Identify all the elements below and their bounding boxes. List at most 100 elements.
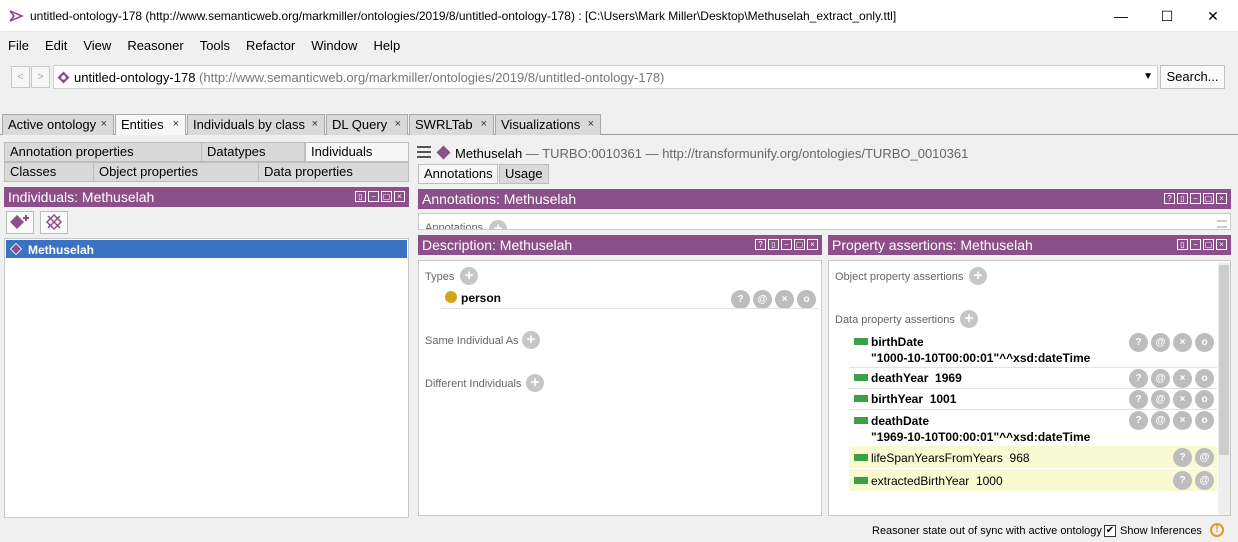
maximize-icon[interactable]: ▢: [794, 239, 805, 250]
list-item[interactable]: Methuselah: [6, 240, 407, 258]
help-button[interactable]: ?: [731, 290, 750, 309]
add-individual-button[interactable]: [6, 211, 34, 234]
scrollbar-track[interactable]: [1218, 263, 1230, 515]
add-type-button[interactable]: +: [460, 267, 478, 285]
tab-usage[interactable]: Usage: [499, 164, 549, 184]
menu-refactor[interactable]: Refactor: [238, 32, 303, 53]
menu-icon[interactable]: [417, 146, 431, 158]
annotate-button[interactable]: @: [1151, 333, 1170, 352]
property-name: deathYear: [871, 371, 929, 385]
annotate-button[interactable]: @: [1151, 411, 1170, 430]
help-icon[interactable]: ?: [1164, 193, 1175, 204]
close-icon[interactable]: ×: [807, 239, 818, 250]
close-tab-icon[interactable]: ×: [588, 115, 594, 134]
remove-button[interactable]: ×: [1173, 390, 1192, 409]
add-annotation-button[interactable]: +: [489, 220, 507, 229]
annotate-button[interactable]: @: [1151, 369, 1170, 388]
remove-button[interactable]: ×: [1173, 333, 1192, 352]
help-icon[interactable]: ?: [755, 239, 766, 250]
annotate-button[interactable]: @: [1151, 390, 1170, 409]
forward-button[interactable]: >: [31, 66, 50, 88]
subtab-object-properties[interactable]: Object properties: [93, 162, 259, 182]
minimize-icon[interactable]: −: [781, 239, 792, 250]
tab-visualizations[interactable]: Visualizations ×: [495, 114, 601, 135]
inferred-row[interactable]: extractedBirthYear 1000 ? @: [849, 469, 1217, 491]
close-tab-icon[interactable]: ×: [173, 115, 179, 134]
scrollbar-thumb[interactable]: [1219, 265, 1229, 455]
tab-swrltab[interactable]: SWRLTab ×: [409, 114, 494, 135]
menu-window[interactable]: Window: [303, 32, 365, 53]
edit-button[interactable]: o: [1195, 411, 1214, 430]
menu-view[interactable]: View: [75, 32, 119, 53]
show-inferences-checkbox[interactable]: ✔: [1104, 525, 1116, 537]
annotate-button[interactable]: @: [753, 290, 772, 309]
menu-edit[interactable]: Edit: [37, 32, 75, 53]
close-tab-icon[interactable]: ×: [101, 115, 107, 134]
delete-individual-button[interactable]: [40, 211, 68, 234]
type-value[interactable]: person: [461, 291, 501, 305]
chevron-down-icon[interactable]: ▼: [1143, 71, 1153, 82]
close-window-button[interactable]: ✕: [1190, 0, 1236, 32]
menu-reasoner[interactable]: Reasoner: [119, 32, 191, 53]
subtab-annotation-properties[interactable]: Annotation properties: [4, 142, 202, 162]
remove-button[interactable]: ×: [1173, 369, 1192, 388]
add-different-individual-button[interactable]: +: [526, 374, 544, 392]
show-inferences-label: Show Inferences: [1120, 525, 1202, 537]
close-tab-icon[interactable]: ×: [395, 115, 401, 134]
scrollbar-grip[interactable]: [1217, 220, 1227, 228]
edit-button[interactable]: o: [1195, 390, 1214, 409]
help-button[interactable]: ?: [1129, 390, 1148, 409]
data-property-icon: [854, 454, 868, 461]
add-object-assertion-button[interactable]: +: [969, 267, 987, 285]
minimize-button[interactable]: —: [1098, 0, 1144, 32]
edit-button[interactable]: o: [1195, 333, 1214, 352]
help-button[interactable]: ?: [1173, 471, 1192, 490]
maximize-icon[interactable]: ▢: [1203, 193, 1214, 204]
maximize-icon[interactable]: ▢: [381, 191, 392, 202]
search-button[interactable]: Search...: [1160, 65, 1225, 89]
menu-file[interactable]: File: [0, 32, 37, 53]
tab-entities[interactable]: Entities ×: [115, 114, 186, 135]
help-button[interactable]: ?: [1129, 333, 1148, 352]
warning-icon[interactable]: !: [1210, 523, 1224, 537]
minimize-icon[interactable]: −: [1190, 193, 1201, 204]
tab-annotations[interactable]: Annotations: [418, 164, 498, 184]
close-icon[interactable]: ×: [1216, 239, 1227, 250]
annotate-button[interactable]: @: [1195, 448, 1214, 467]
add-data-assertion-button[interactable]: +: [960, 310, 978, 328]
edit-button[interactable]: o: [797, 290, 816, 309]
remove-button[interactable]: ×: [1173, 411, 1192, 430]
edit-button[interactable]: o: [1195, 369, 1214, 388]
close-tab-icon[interactable]: ×: [312, 115, 318, 134]
maximize-icon[interactable]: ▢: [1203, 239, 1214, 250]
add-same-individual-button[interactable]: +: [522, 331, 540, 349]
split-icon[interactable]: ▯: [355, 191, 366, 202]
minimize-icon[interactable]: −: [1190, 239, 1201, 250]
split-icon[interactable]: ▯: [1177, 239, 1188, 250]
annotate-button[interactable]: @: [1195, 471, 1214, 490]
subtab-classes[interactable]: Classes: [4, 162, 94, 182]
inferred-row[interactable]: lifeSpanYearsFromYears 968 ? @: [849, 446, 1217, 468]
close-tab-icon[interactable]: ×: [481, 115, 487, 134]
menu-tools[interactable]: Tools: [192, 32, 238, 53]
maximize-button[interactable]: ☐: [1144, 0, 1190, 32]
split-icon[interactable]: ▯: [1177, 193, 1188, 204]
tab-dl-query[interactable]: DL Query ×: [326, 114, 408, 135]
subtab-individuals[interactable]: Individuals: [305, 142, 409, 162]
back-button[interactable]: <: [11, 66, 30, 88]
subtab-datatypes[interactable]: Datatypes: [201, 142, 305, 162]
minimize-icon[interactable]: −: [368, 191, 379, 202]
menu-help[interactable]: Help: [365, 32, 408, 53]
help-button[interactable]: ?: [1129, 369, 1148, 388]
tab-individuals-by-class[interactable]: Individuals by class ×: [187, 114, 325, 135]
help-button[interactable]: ?: [1129, 411, 1148, 430]
close-icon[interactable]: ×: [1216, 193, 1227, 204]
tab-active-ontology[interactable]: Active ontology ×: [2, 114, 114, 135]
subtab-data-properties[interactable]: Data properties: [258, 162, 409, 182]
ontology-selector[interactable]: untitled-ontology-178 (http://www.semant…: [53, 65, 1158, 89]
close-icon[interactable]: ×: [394, 191, 405, 202]
remove-button[interactable]: ×: [775, 290, 794, 309]
object-assertions-label: Object property assertions: [835, 271, 964, 283]
help-button[interactable]: ?: [1173, 448, 1192, 467]
split-icon[interactable]: ▯: [768, 239, 779, 250]
